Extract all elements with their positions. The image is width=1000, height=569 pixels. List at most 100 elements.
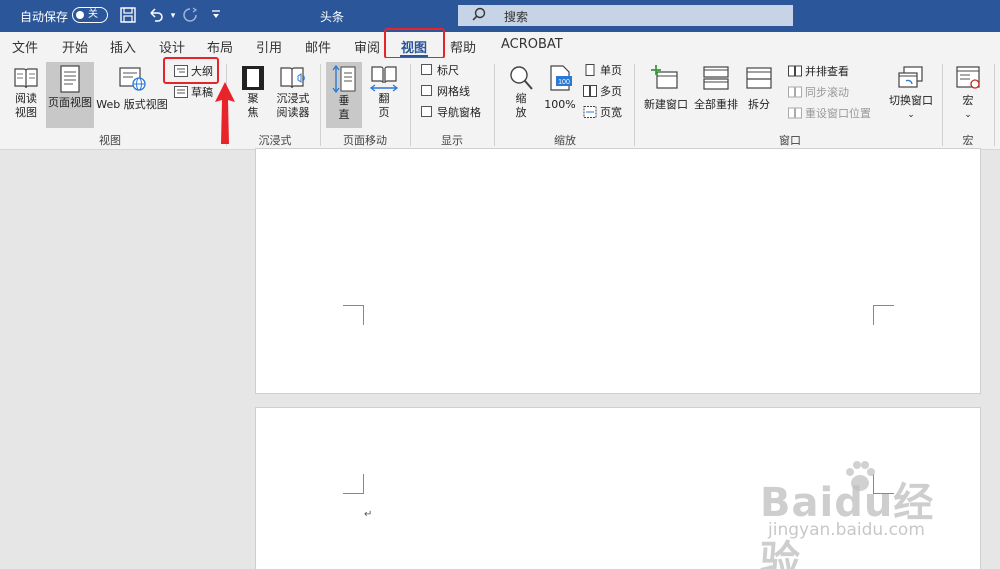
checkbox-box xyxy=(421,85,432,96)
immersive-reader-icon xyxy=(280,67,305,89)
split-button[interactable]: 拆分 xyxy=(742,64,776,126)
gridlines-checkbox[interactable]: 网格线 xyxy=(421,84,470,100)
reset-window-position-button[interactable]: 重设窗口位置 xyxy=(788,105,871,123)
zoom-label-2: 放 xyxy=(515,106,527,119)
new-window-label: 新建窗口 xyxy=(644,98,688,111)
watermark-url: jingyan.baidu.com xyxy=(768,520,925,540)
title-bar: 自动保存 关 ▾ 头条 搜索 xyxy=(0,0,1000,32)
one-page-button[interactable]: 单页 xyxy=(583,62,622,80)
customize-qat-icon[interactable] xyxy=(206,6,226,26)
read-mode-button[interactable]: 阅读 视图 xyxy=(8,64,44,126)
vertical-button[interactable]: 垂 直 xyxy=(326,62,362,128)
web-layout-label: Web 版式视图 xyxy=(96,98,168,111)
page-width-label: 页宽 xyxy=(600,106,622,119)
checkbox-box xyxy=(421,64,432,75)
show-group-label: 显示 xyxy=(441,134,463,147)
tab-design[interactable]: 设计 xyxy=(159,37,185,56)
macros-icon xyxy=(956,66,980,89)
view-tab-highlight xyxy=(384,28,445,59)
checkbox-box xyxy=(421,106,432,117)
read-mode-label-2: 视图 xyxy=(15,106,37,119)
autosave-label: 自动保存 xyxy=(20,10,69,24)
tab-home[interactable]: 开始 xyxy=(62,37,88,56)
red-arrow-annotation xyxy=(215,82,235,144)
separator xyxy=(994,64,995,146)
switch-windows-label: 切换窗口 xyxy=(889,94,933,107)
reset-window-icon xyxy=(788,107,802,119)
web-layout-button[interactable]: Web 版式视图 xyxy=(96,64,168,126)
sync-scrolling-label: 同步滚动 xyxy=(805,86,849,99)
arrange-all-button[interactable]: 全部重排 xyxy=(692,64,740,126)
view-side-by-side-label: 并排查看 xyxy=(805,65,849,78)
zoom-100-icon: 100 xyxy=(550,65,572,91)
focus-label-1: 聚 xyxy=(247,92,259,105)
reset-window-label: 重设窗口位置 xyxy=(805,107,871,120)
tab-file[interactable]: 文件 xyxy=(12,37,38,56)
print-layout-button[interactable]: 页面视图 xyxy=(46,62,94,128)
tab-acrobat[interactable]: ACROBAT xyxy=(501,37,563,52)
side-to-side-label-1: 翻 xyxy=(378,92,390,105)
new-window-button[interactable]: 新建窗口 xyxy=(642,64,690,126)
tab-insert[interactable]: 插入 xyxy=(110,37,136,56)
nav-pane-checkbox[interactable]: 导航窗格 xyxy=(421,105,481,121)
margin-corner-mark xyxy=(873,305,894,325)
separator xyxy=(410,64,411,146)
focus-button[interactable]: 聚 焦 xyxy=(236,64,270,130)
separator xyxy=(634,64,635,146)
margin-corner-mark xyxy=(343,305,364,325)
page-width-button[interactable]: 页宽 xyxy=(583,104,622,122)
tab-mailings[interactable]: 邮件 xyxy=(305,37,331,56)
zoom-icon xyxy=(510,66,533,90)
zoom-button[interactable]: 缩 放 xyxy=(504,64,538,130)
save-icon[interactable] xyxy=(118,6,138,26)
side-to-side-button[interactable]: 翻 页 xyxy=(366,64,402,130)
immersive-reader-button[interactable]: 沉浸式 阅读器 xyxy=(272,64,314,130)
gridlines-label: 网格线 xyxy=(437,85,470,98)
views-group-label: 视图 xyxy=(99,134,121,147)
immersive-reader-label-2: 阅读器 xyxy=(276,106,310,119)
vertical-label-2: 直 xyxy=(338,108,350,121)
tab-help[interactable]: 帮助 xyxy=(450,37,476,56)
redo-icon[interactable] xyxy=(180,6,200,26)
draft-button[interactable]: 草稿 xyxy=(174,84,213,102)
tab-review[interactable]: 审阅 xyxy=(354,37,380,56)
zoom-100-button[interactable]: 100 100% xyxy=(542,64,578,126)
new-window-icon xyxy=(651,65,678,89)
read-mode-label-1: 阅读 xyxy=(15,92,37,105)
margin-corner-mark xyxy=(343,474,364,494)
sync-scrolling-button[interactable]: 同步滚动 xyxy=(788,84,849,102)
vertical-scroll-icon xyxy=(332,64,356,94)
tab-references[interactable]: 引用 xyxy=(256,37,282,56)
separator xyxy=(320,64,321,146)
switch-windows-button[interactable]: 切换窗口 ⌄ xyxy=(884,64,938,130)
document-page[interactable] xyxy=(255,148,981,394)
print-layout-label: 页面视图 xyxy=(48,96,92,109)
one-page-icon xyxy=(585,64,595,76)
immersive-reader-label-1: 沉浸式 xyxy=(276,92,310,105)
macros-button[interactable]: 宏 ⌄ xyxy=(950,64,986,130)
zoom-100-label: 100% xyxy=(544,98,576,111)
tab-layout[interactable]: 布局 xyxy=(207,37,233,56)
view-side-by-side-button[interactable]: 并排查看 xyxy=(788,63,849,81)
autosave-toggle[interactable]: 关 xyxy=(72,7,108,23)
document-title: 头条 xyxy=(320,10,345,24)
arrange-all-icon xyxy=(703,66,729,90)
multiple-pages-icon xyxy=(583,85,597,97)
multiple-pages-button[interactable]: 多页 xyxy=(583,83,622,101)
baidu-watermark: Baidu经验 jingyan.baidu.com xyxy=(760,461,960,569)
macros-label: 宏 xyxy=(962,94,974,107)
split-icon xyxy=(746,67,772,89)
switch-windows-dropdown-icon: ⌄ xyxy=(907,110,915,120)
focus-icon xyxy=(242,66,264,90)
zoom-100-icon-text: 100 xyxy=(558,79,570,86)
paragraph-mark: ↵ xyxy=(364,509,373,520)
zoom-group-label: 缩放 xyxy=(554,134,576,147)
multiple-pages-label: 多页 xyxy=(600,85,622,98)
draft-icon xyxy=(174,86,188,98)
print-layout-icon xyxy=(60,65,80,93)
focus-label-2: 焦 xyxy=(247,106,259,119)
ribbon: 阅读 视图 页面视图 Web 版式视图 大纲 草稿 视图 聚 焦 沉浸式 阅读器… xyxy=(0,58,1000,150)
macros-group-label: 宏 xyxy=(962,134,974,147)
ruler-checkbox[interactable]: 标尺 xyxy=(421,63,459,79)
search-box[interactable]: 搜索 xyxy=(458,5,793,26)
